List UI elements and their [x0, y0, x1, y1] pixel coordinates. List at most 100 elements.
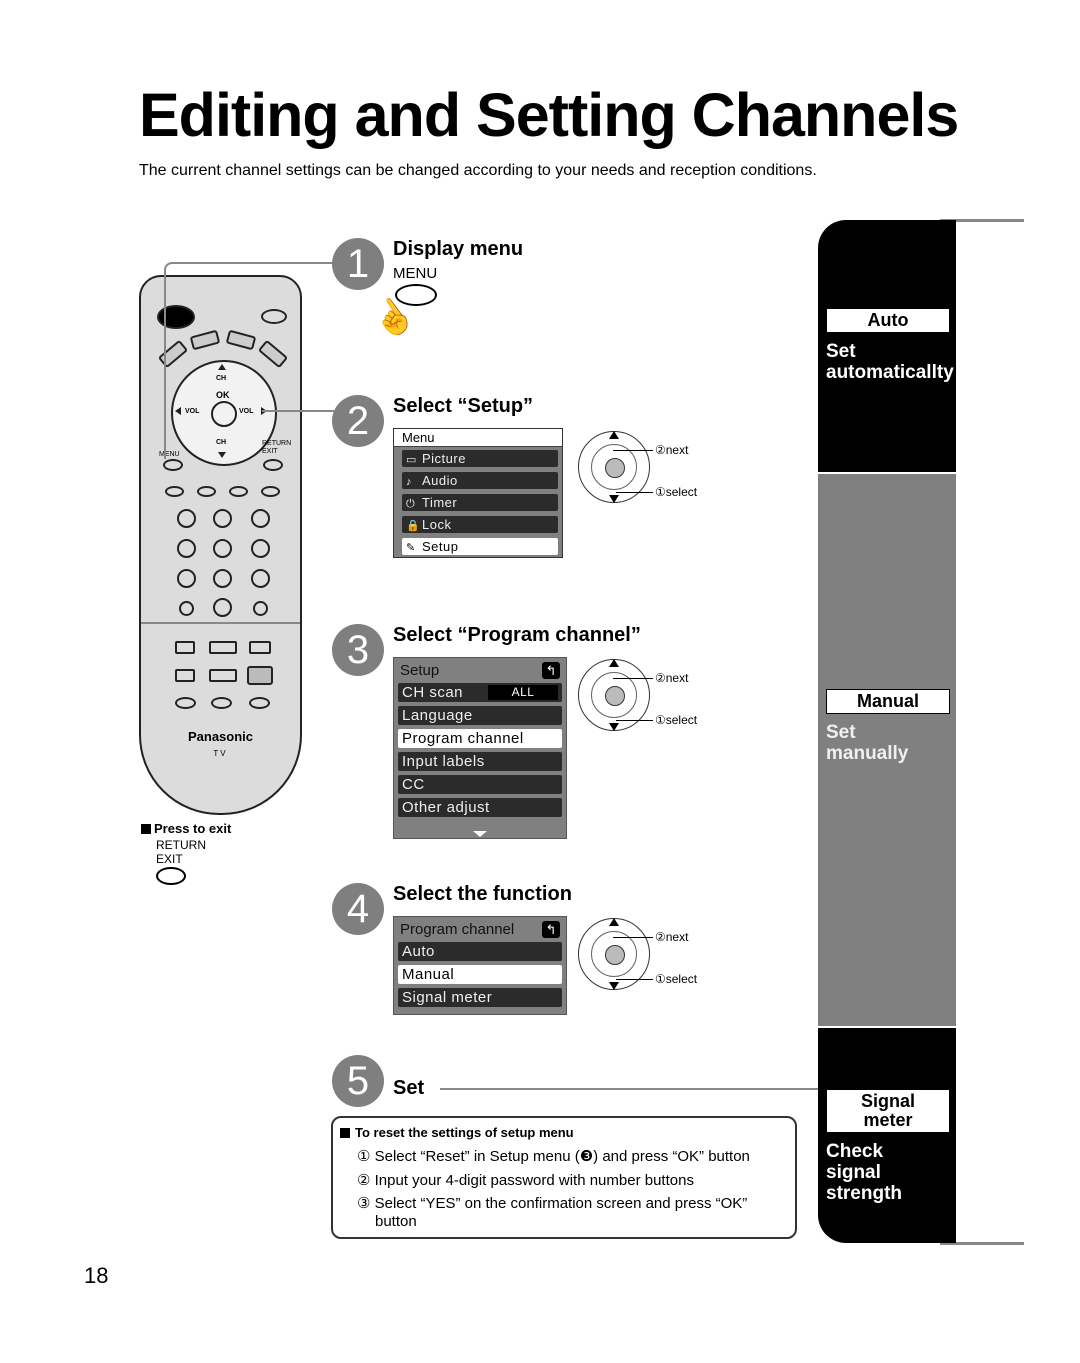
program-item-label: Manual	[402, 966, 455, 983]
sidebar-signal-desc-1: Check	[826, 1141, 884, 1162]
function-button[interactable]	[175, 641, 195, 654]
back-icon[interactable]: ↰	[542, 921, 560, 938]
menu-osd: Menu ▭ Picture ♪ Audio ⏻ Timer 🔒 Lock ✎ Setup	[393, 428, 563, 558]
select-leader-line	[616, 979, 653, 980]
ch-scan-value[interactable]: ALL	[488, 685, 558, 700]
setup-item-label: Program channel	[402, 730, 524, 747]
color-button[interactable]	[261, 486, 280, 497]
program-item-label: Signal meter	[402, 989, 493, 1006]
step-3-badge: 3	[332, 624, 384, 676]
setup-item-other-adjust[interactable]: Other adjust	[398, 798, 562, 817]
press-to-exit-bullet	[141, 824, 151, 834]
timer-icon: ⏻	[406, 498, 416, 510]
sidebar-manual-desc-2: manually	[826, 743, 909, 764]
reset-step-1: ① Select “Reset” in Setup menu (❸) and p…	[357, 1148, 750, 1165]
program-channel-osd: Program channel ↰ Auto Manual Signal meter	[393, 916, 567, 1015]
number-button[interactable]	[213, 539, 232, 558]
menu-item-audio[interactable]: ♪ Audio	[402, 472, 558, 489]
program-item-label: Auto	[402, 943, 435, 960]
select-label: ①select	[655, 972, 698, 986]
step-4-badge: 4	[332, 883, 384, 935]
setup-item-cc[interactable]: CC	[398, 775, 562, 794]
reset-step-2: ② Input your 4-digit password with numbe…	[357, 1172, 694, 1189]
press-to-exit-title: Press to exit	[154, 821, 232, 836]
setup-item-label: Language	[402, 707, 473, 724]
number-button[interactable]	[213, 509, 232, 528]
scroll-down-arrow-icon[interactable]	[473, 831, 487, 837]
menu-item-setup[interactable]: ✎ Setup	[402, 538, 558, 555]
function-button[interactable]	[247, 666, 273, 685]
color-button[interactable]	[229, 486, 248, 497]
model-label: TV	[213, 749, 228, 758]
function-button[interactable]	[249, 641, 271, 654]
sidebar-signal-label: Signal meter	[826, 1089, 950, 1133]
oval-button[interactable]	[211, 697, 232, 709]
audio-icon: ♪	[406, 476, 412, 488]
program-item-signal-meter[interactable]: Signal meter	[398, 988, 562, 1007]
number-button[interactable]	[177, 539, 196, 558]
step-1-title: Display menu	[393, 238, 524, 260]
select-leader-line	[616, 720, 653, 721]
sidebar-signal-panel	[818, 1028, 956, 1243]
function-button[interactable]	[209, 669, 237, 682]
number-button[interactable]	[177, 569, 196, 588]
setup-item-program-channel[interactable]: Program channel	[398, 729, 562, 748]
next-leader-line	[613, 450, 653, 451]
function-button[interactable]	[209, 641, 237, 654]
number-button[interactable]	[251, 509, 270, 528]
lock-icon: 🔒	[406, 520, 421, 532]
number-button[interactable]	[213, 569, 232, 588]
back-icon[interactable]: ↰	[542, 662, 560, 679]
menu-button-label: MENU	[393, 265, 438, 282]
menu-item-picture[interactable]: ▭ Picture	[402, 450, 558, 467]
step-2-badge: 2	[332, 395, 384, 447]
number-button[interactable]	[253, 601, 268, 616]
menu-item-lock[interactable]: 🔒 Lock	[402, 516, 558, 533]
step-3-title: Select “Program channel”	[393, 624, 641, 646]
program-item-manual[interactable]: Manual	[398, 965, 562, 984]
setup-item-input-labels[interactable]: Input labels	[398, 752, 562, 771]
select-label: ①select	[655, 713, 698, 727]
setup-osd: Setup ↰ CH scan ALL Language Program channe…	[393, 657, 567, 839]
next-label: ②next	[655, 930, 689, 944]
program-osd-header: Program channel	[400, 921, 515, 938]
menu-item-label: Picture	[422, 451, 466, 466]
color-button[interactable]	[197, 486, 216, 497]
sidebar-auto-desc-2: automaticallty	[826, 362, 954, 383]
program-item-auto[interactable]: Auto	[398, 942, 562, 961]
select-leader-line	[616, 492, 653, 493]
reset-step-3: ③ Select “YES” on the confirmation scree…	[357, 1195, 748, 1212]
select-label: ①select	[655, 485, 698, 499]
setup-osd-header: Setup	[400, 662, 440, 679]
set-leader-line	[440, 1088, 818, 1090]
number-button[interactable]	[179, 601, 194, 616]
setup-item-label: Other adjust	[402, 799, 490, 816]
number-button[interactable]	[251, 569, 270, 588]
exit-label: EXIT	[156, 852, 183, 866]
reset-title: To reset the settings of setup menu	[355, 1125, 574, 1140]
menu-item-timer[interactable]: ⏻ Timer	[402, 494, 558, 511]
step-1-badge: 1	[332, 238, 384, 290]
number-button[interactable]	[177, 509, 196, 528]
picture-icon: ▭	[406, 454, 417, 466]
step-4-title: Select the function	[393, 883, 572, 905]
menu-button[interactable]	[163, 459, 183, 471]
menu-leader-line	[164, 262, 336, 459]
menu-item-label: Timer	[422, 495, 458, 510]
number-button[interactable]	[213, 598, 232, 617]
oval-button[interactable]	[175, 697, 196, 709]
number-button[interactable]	[251, 539, 270, 558]
setup-item-label: Input labels	[402, 753, 485, 770]
oval-button[interactable]	[249, 697, 270, 709]
color-button[interactable]	[165, 486, 184, 497]
sidebar-signal-label-1: Signal	[860, 1091, 915, 1111]
menu-item-label: Audio	[422, 473, 458, 488]
setup-item-ch-scan[interactable]: CH scan ALL	[398, 683, 562, 702]
sidebar-manual-label: Manual	[826, 689, 950, 714]
sidebar-signal-desc-3: strength	[826, 1183, 902, 1204]
next-leader-line	[613, 937, 653, 938]
function-button[interactable]	[175, 669, 195, 682]
menu-item-label: Lock	[422, 517, 452, 532]
setup-item-language[interactable]: Language	[398, 706, 562, 725]
return-exit-button[interactable]	[263, 459, 283, 471]
